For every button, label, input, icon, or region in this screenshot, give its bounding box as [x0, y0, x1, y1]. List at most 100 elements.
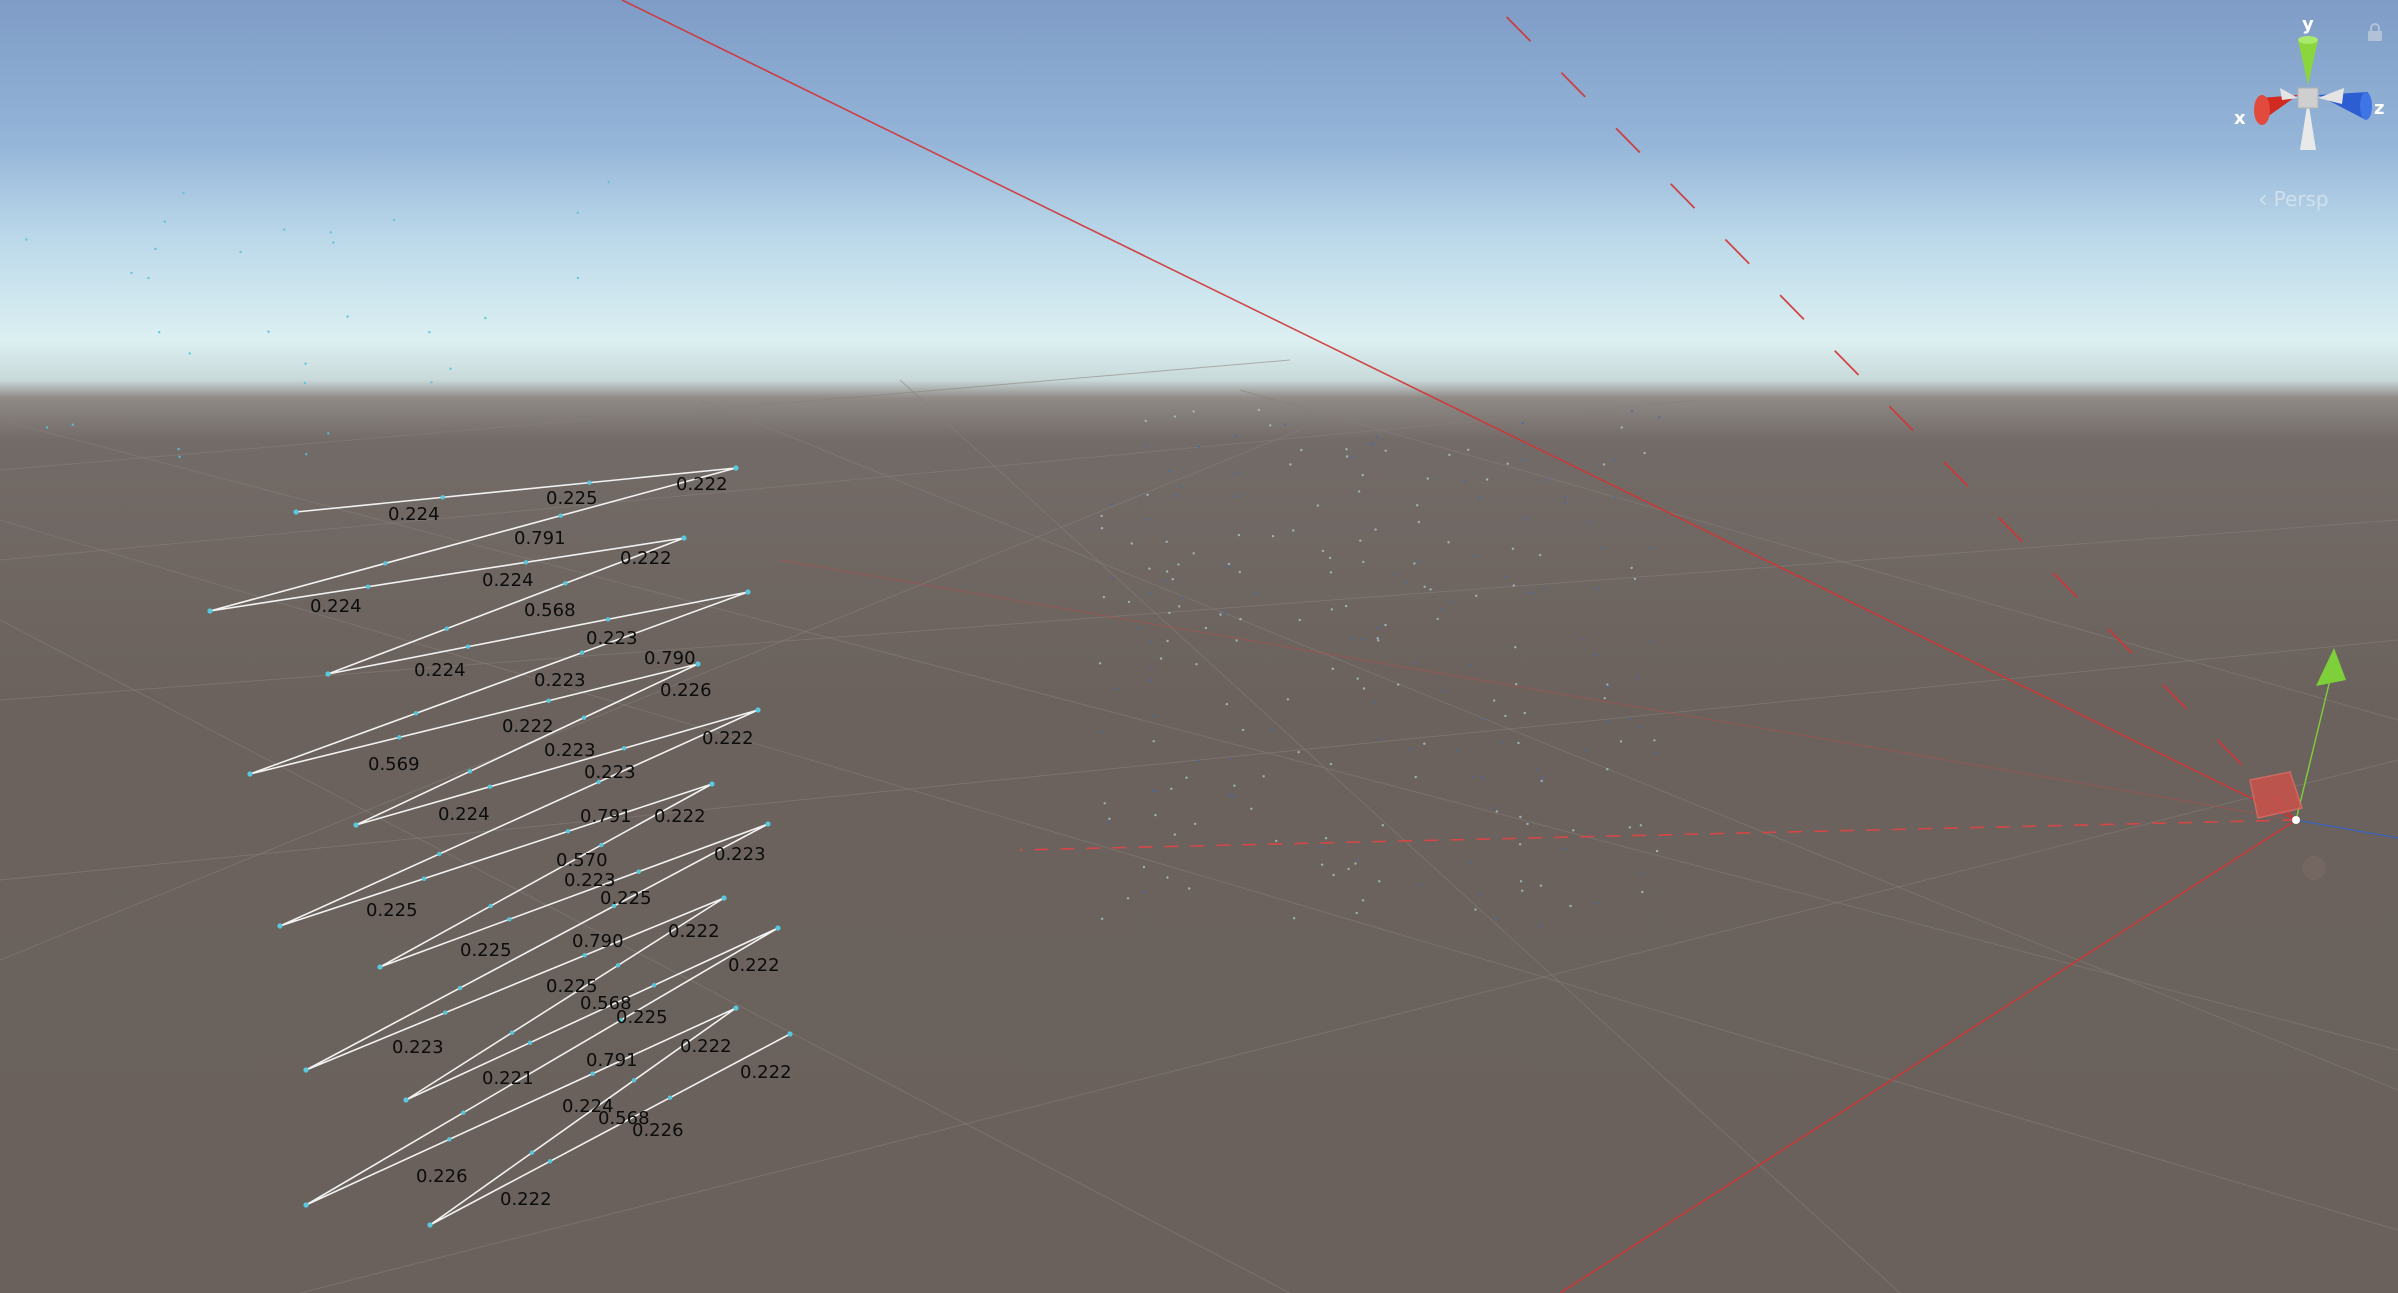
measure-vertex[interactable]	[443, 1010, 448, 1015]
point	[1417, 560, 1421, 563]
lock-icon[interactable]	[2366, 22, 2384, 42]
measure-vertex[interactable]	[709, 781, 715, 787]
measure-label: 0.226	[632, 1120, 684, 1141]
measure-vertex[interactable]	[755, 707, 761, 713]
measure-vertex[interactable]	[721, 895, 727, 901]
measure-vertex[interactable]	[787, 1031, 793, 1037]
measure-vertex[interactable]	[631, 1078, 637, 1083]
measure-vertex[interactable]	[437, 851, 442, 857]
point	[182, 191, 185, 195]
grid-line	[0, 399, 1701, 561]
measure-vertex[interactable]	[440, 495, 445, 500]
measure-vertex[interactable]	[695, 661, 701, 667]
measure-vertex[interactable]	[563, 581, 568, 586]
point	[1130, 542, 1134, 545]
measure-vertex[interactable]	[529, 1150, 535, 1155]
measure-vertex[interactable]	[447, 1137, 452, 1142]
measure-vertex[interactable]	[546, 698, 551, 703]
gizmo-y-cone-icon[interactable]	[2298, 40, 2318, 85]
measure-vertex[interactable]	[523, 560, 529, 565]
measure-vertex[interactable]	[733, 465, 739, 471]
measure-vertex[interactable]	[377, 964, 383, 970]
measure-vertex[interactable]	[733, 1005, 739, 1011]
measure-vertex[interactable]	[293, 509, 299, 515]
point	[1170, 787, 1173, 790]
point	[1595, 901, 1598, 905]
measure-vertex[interactable]	[303, 1067, 309, 1073]
measure-vertex[interactable]	[582, 953, 587, 958]
scene-viewport[interactable]: 0.224 0.225 0.222 0.791 0.224 0.222 0.224 0.568…	[0, 0, 2398, 1293]
point	[1519, 880, 1523, 883]
light-ray	[621, 0, 2297, 821]
measure-vertex[interactable]	[303, 1202, 309, 1208]
measure-vertex[interactable]	[565, 829, 571, 834]
measure-vertex[interactable]	[421, 876, 427, 881]
point	[1539, 924, 1543, 927]
measure-label: 0.221	[482, 1068, 534, 1089]
point	[1320, 863, 1324, 866]
point	[1297, 751, 1300, 754]
measure-vertex[interactable]	[457, 985, 463, 991]
measure-vertex[interactable]	[681, 535, 687, 541]
y-arrow-icon[interactable]	[2316, 648, 2346, 686]
point	[1426, 477, 1430, 480]
point	[1475, 554, 1478, 558]
measure-vertex[interactable]	[467, 769, 473, 774]
measure-vertex[interactable]	[745, 589, 751, 595]
measure-vertex[interactable]	[487, 784, 493, 789]
measure-vertex[interactable]	[636, 869, 641, 874]
measure-vertex[interactable]	[383, 561, 388, 566]
measure-vertex[interactable]	[558, 513, 563, 518]
measure-vertex[interactable]	[427, 1222, 433, 1228]
measure-vertex[interactable]	[605, 617, 611, 622]
measure-vertex[interactable]	[488, 903, 493, 909]
light-handle-icon[interactable]	[2249, 771, 2303, 819]
point	[1506, 462, 1509, 465]
point	[1641, 873, 1644, 876]
scene-canvas[interactable]: 0.224 0.225 0.222 0.791 0.224 0.222 0.224 0.568…	[0, 0, 2398, 1293]
gizmo-neg-z-cone-icon[interactable]	[2280, 88, 2298, 100]
ground-grid	[0, 359, 2398, 1293]
point	[1344, 604, 1348, 608]
projection-toggle[interactable]: ‹ Persp	[2258, 184, 2329, 214]
point	[1603, 697, 1606, 700]
measure-vertex[interactable]	[403, 1097, 409, 1103]
measure-vertex[interactable]	[581, 715, 587, 720]
measure-vertex[interactable]	[765, 821, 771, 827]
measure-vertex[interactable]	[527, 1040, 533, 1045]
point	[1602, 463, 1606, 466]
point	[1409, 748, 1413, 751]
measure-vertex[interactable]	[775, 925, 781, 931]
measure-vertex[interactable]	[365, 584, 371, 589]
measure-vertex[interactable]	[247, 771, 253, 777]
point	[188, 352, 191, 355]
measure-vertex[interactable]	[325, 671, 331, 677]
measure-vertex[interactable]	[587, 480, 592, 485]
measure-vertex[interactable]	[509, 1030, 515, 1035]
measure-vertex[interactable]	[353, 822, 359, 828]
point	[1423, 585, 1426, 588]
measure-vertex[interactable]	[397, 735, 402, 740]
measure-vertex[interactable]	[621, 746, 627, 751]
measure-vertex[interactable]	[461, 1110, 466, 1115]
measure-vertex[interactable]	[413, 711, 419, 716]
measure-vertex[interactable]	[207, 608, 213, 614]
gizmo-center-cube-icon[interactable]	[2297, 87, 2319, 109]
measure-vertex[interactable]	[615, 963, 621, 968]
measure-vertex[interactable]	[667, 1095, 673, 1100]
measure-vertex[interactable]	[507, 917, 512, 922]
point	[1630, 718, 1633, 721]
point	[1161, 579, 1165, 582]
measure-vertex[interactable]	[465, 644, 471, 649]
light-gizmo[interactable]	[621, 0, 2398, 1293]
measure-vertex[interactable]	[651, 983, 657, 988]
measure-vertex[interactable]	[277, 923, 283, 929]
point	[158, 331, 161, 334]
point	[1361, 899, 1365, 902]
measure-vertex[interactable]	[444, 626, 449, 631]
measure-vertex[interactable]	[579, 650, 585, 655]
measure-vertex[interactable]	[547, 1159, 553, 1164]
light-origin-icon[interactable]	[2292, 816, 2300, 824]
measure-vertex[interactable]	[599, 842, 604, 848]
measure-vertex[interactable]	[590, 1071, 595, 1076]
